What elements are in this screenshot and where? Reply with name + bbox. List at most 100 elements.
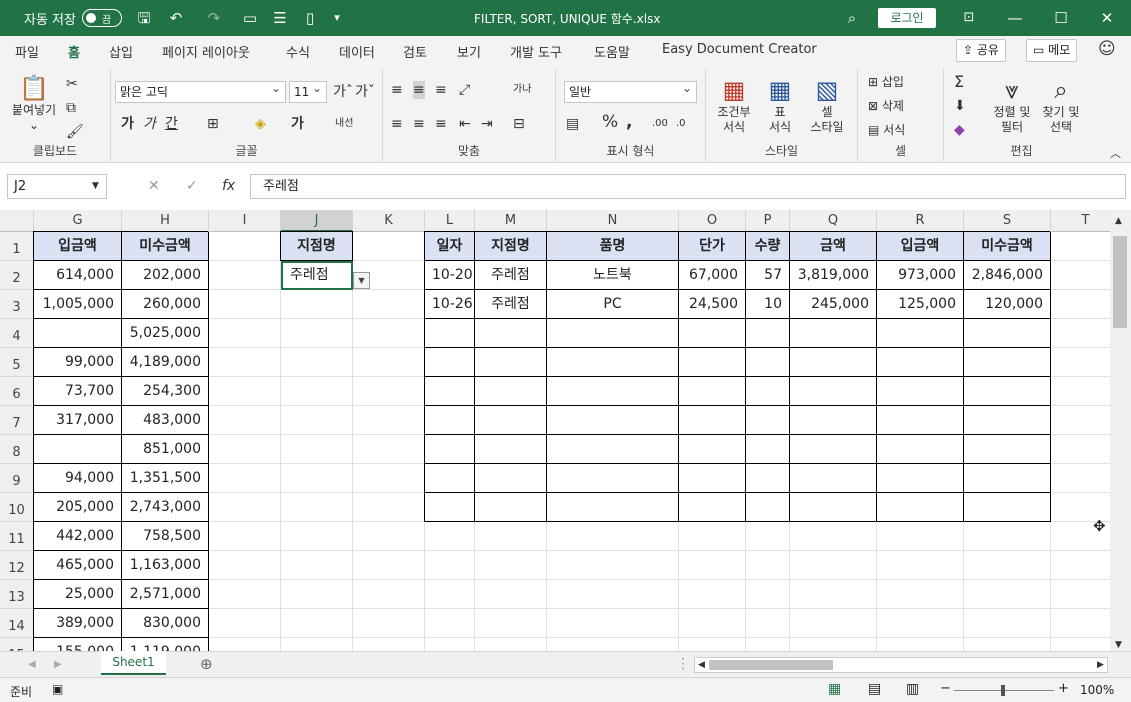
- row-header-6[interactable]: 6: [0, 377, 34, 406]
- result-table-cell[interactable]: [425, 319, 475, 348]
- left-table-cell[interactable]: 758,500: [122, 522, 209, 551]
- paste-button[interactable]: 📋 붙여넣기 ⌄: [8, 73, 60, 133]
- left-table-header[interactable]: 입금액: [34, 232, 122, 261]
- zoom-out-icon[interactable]: −: [940, 681, 951, 696]
- cell[interactable]: [679, 609, 746, 638]
- row-header-15[interactable]: 15: [0, 638, 34, 651]
- result-table-cell[interactable]: [679, 406, 746, 435]
- cell[interactable]: [1051, 638, 1110, 651]
- left-table-cell[interactable]: 1,005,000: [34, 290, 122, 319]
- undo-icon[interactable]: ↶: [164, 9, 188, 27]
- fill-icon[interactable]: ⬇: [954, 97, 966, 115]
- result-table-cell[interactable]: 67,000: [679, 261, 746, 290]
- cut-icon[interactable]: ✂: [66, 75, 78, 93]
- result-table-cell[interactable]: [964, 406, 1051, 435]
- cell[interactable]: [425, 522, 475, 551]
- row-header-7[interactable]: 7: [0, 406, 34, 435]
- result-table-header[interactable]: 품명: [547, 232, 679, 261]
- result-table-header[interactable]: 금액: [790, 232, 877, 261]
- left-table-cell[interactable]: 4,189,000: [122, 348, 209, 377]
- row-header-4[interactable]: 4: [0, 319, 34, 348]
- prev-sheet-icon[interactable]: ◀: [28, 656, 36, 674]
- cell[interactable]: [209, 522, 281, 551]
- search-icon[interactable]: ⌕: [842, 9, 862, 27]
- left-table-cell[interactable]: 99,000: [34, 348, 122, 377]
- cell[interactable]: [281, 348, 353, 377]
- tab-formulas[interactable]: 수식: [286, 42, 310, 61]
- cell[interactable]: [425, 609, 475, 638]
- autosum-icon[interactable]: Σ: [954, 73, 964, 91]
- align-right-icon[interactable]: ≡: [435, 115, 447, 133]
- result-table-cell[interactable]: 3,819,000: [790, 261, 877, 290]
- result-table-cell[interactable]: [790, 319, 877, 348]
- cell[interactable]: [475, 609, 547, 638]
- customize-icon[interactable]: ▾: [330, 9, 344, 27]
- add-sheet-icon[interactable]: ⊕: [200, 655, 213, 673]
- result-table-cell[interactable]: [475, 377, 547, 406]
- comma-icon[interactable]: ,: [626, 113, 632, 131]
- result-table-cell[interactable]: [790, 377, 877, 406]
- left-table-cell[interactable]: 1,351,500: [122, 464, 209, 493]
- scroll-up-icon[interactable]: ▲: [1115, 212, 1122, 230]
- cell[interactable]: [790, 609, 877, 638]
- column-header-s[interactable]: S: [964, 210, 1051, 232]
- result-table-cell[interactable]: [746, 464, 790, 493]
- cell[interactable]: [209, 348, 281, 377]
- ribbon-display-icon[interactable]: ⊡: [960, 9, 978, 27]
- cell[interactable]: [281, 464, 353, 493]
- left-table-cell[interactable]: 260,000: [122, 290, 209, 319]
- horizontal-scrollbar[interactable]: ◀ ▶: [694, 657, 1108, 673]
- result-table-cell[interactable]: [877, 493, 964, 522]
- cell[interactable]: [746, 609, 790, 638]
- cell[interactable]: [209, 609, 281, 638]
- result-table-cell[interactable]: [475, 406, 547, 435]
- result-table-cell[interactable]: [475, 493, 547, 522]
- find-select-button[interactable]: ⌕ 찾기 및 선택: [1036, 75, 1086, 135]
- tab-developer[interactable]: 개발 도구: [510, 42, 562, 61]
- number-format-select[interactable]: 일반: [564, 78, 697, 103]
- result-table-header[interactable]: 지점명: [475, 232, 547, 261]
- memo-button[interactable]: ▭ 메모: [1026, 39, 1078, 62]
- result-table-header[interactable]: 미수금액: [964, 232, 1051, 261]
- result-table-cell[interactable]: 125,000: [877, 290, 964, 319]
- cell[interactable]: [1051, 551, 1110, 580]
- close-icon[interactable]: ✕: [1098, 9, 1116, 27]
- tab-easy-document-creator[interactable]: Easy Document Creator: [662, 42, 817, 57]
- row-header-5[interactable]: 5: [0, 348, 34, 377]
- name-box-dropdown-icon[interactable]: ▼: [92, 177, 99, 195]
- font-size-select[interactable]: 11: [289, 78, 327, 103]
- result-table-cell[interactable]: [790, 406, 877, 435]
- left-table-cell[interactable]: 442,000: [34, 522, 122, 551]
- cell[interactable]: [475, 580, 547, 609]
- cell[interactable]: [790, 522, 877, 551]
- left-table-cell[interactable]: 1,163,000: [122, 551, 209, 580]
- cell[interactable]: [877, 580, 964, 609]
- cell[interactable]: [964, 580, 1051, 609]
- font-name-select[interactable]: 맑은 고딕: [115, 78, 286, 103]
- cell[interactable]: [353, 435, 425, 464]
- bold-icon[interactable]: 가: [121, 115, 134, 133]
- collapse-ribbon-icon[interactable]: ︿: [1110, 145, 1121, 163]
- cell[interactable]: [281, 522, 353, 551]
- left-table-cell[interactable]: 389,000: [34, 609, 122, 638]
- cell[interactable]: [425, 638, 475, 651]
- cell[interactable]: [1051, 609, 1110, 638]
- cell[interactable]: [281, 638, 353, 651]
- fill-color-icon[interactable]: ◈: [255, 115, 266, 133]
- left-table-cell[interactable]: 73,700: [34, 377, 122, 406]
- decrease-decimal-icon[interactable]: .0: [676, 115, 686, 133]
- row-header-10[interactable]: 10: [0, 493, 34, 522]
- left-table-cell[interactable]: 202,000: [122, 261, 209, 290]
- formula-input[interactable]: 주레점: [250, 174, 1126, 199]
- cell[interactable]: [679, 638, 746, 651]
- align-top-icon[interactable]: ≡: [391, 81, 403, 99]
- cell[interactable]: [353, 580, 425, 609]
- cell[interactable]: [547, 609, 679, 638]
- cell[interactable]: [1051, 232, 1110, 261]
- share-button[interactable]: ⇪ 공유: [956, 39, 1006, 62]
- row-header-1[interactable]: 1: [0, 232, 34, 261]
- result-table-cell[interactable]: 973,000: [877, 261, 964, 290]
- validation-dropdown-icon[interactable]: ▼: [353, 272, 370, 289]
- cell[interactable]: [353, 232, 425, 261]
- result-table-cell[interactable]: 24,500: [679, 290, 746, 319]
